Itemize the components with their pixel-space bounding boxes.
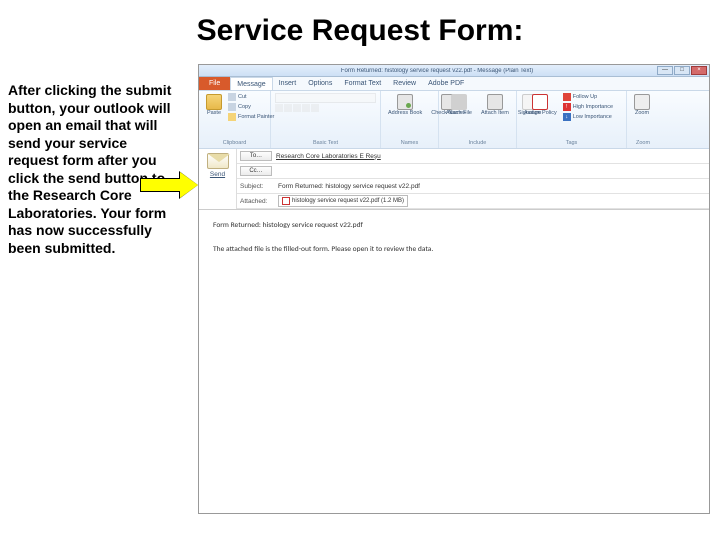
format-painter-button[interactable]: Format Painter xyxy=(228,113,274,121)
yellow-arrow-callout xyxy=(140,172,200,198)
high-importance-label: High Importance xyxy=(573,104,613,110)
address-book-label: Address Book xyxy=(388,111,422,117)
attach-file-button[interactable]: Attach File xyxy=(443,93,475,118)
copy-icon xyxy=(228,103,236,111)
attached-label: Attached: xyxy=(240,198,274,205)
maximize-button[interactable]: □ xyxy=(674,66,690,75)
titlebar: Form Returned: histology service request… xyxy=(199,65,709,77)
subject-field[interactable]: Form Returned: histology service request… xyxy=(278,183,420,190)
close-button[interactable]: × xyxy=(691,66,707,75)
tab-options[interactable]: Options xyxy=(302,77,338,90)
attach-item-label: Attach Item xyxy=(481,111,509,117)
group-basic-text: Basic Text xyxy=(271,91,381,148)
zoom-icon xyxy=(634,94,650,110)
tab-insert[interactable]: Insert xyxy=(273,77,303,90)
minimize-button[interactable]: — xyxy=(657,66,673,75)
subject-label: Subject: xyxy=(240,183,274,190)
format-painter-icon xyxy=(228,113,236,121)
compose-header: Send To… Research Core Laboratories E Re… xyxy=(199,149,709,210)
cut-button[interactable]: Cut xyxy=(228,93,274,101)
message-body[interactable]: Form Returned: histology service request… xyxy=(199,210,709,266)
follow-up-label: Follow Up xyxy=(573,94,597,100)
follow-up-button[interactable]: Follow Up xyxy=(563,93,613,101)
to-button[interactable]: To… xyxy=(240,151,272,161)
group-names-label: Names xyxy=(385,140,434,146)
send-icon xyxy=(207,153,229,169)
tab-review[interactable]: Review xyxy=(387,77,422,90)
assign-policy-icon xyxy=(532,94,548,110)
attach-item-icon xyxy=(487,94,503,110)
cut-label: Cut xyxy=(238,94,247,100)
attachment-name: histology service request v22.pdf (1.2 M… xyxy=(292,198,404,204)
attach-file-label: Attach File xyxy=(446,111,472,117)
attach-item-button[interactable]: Attach Item xyxy=(478,93,512,118)
paste-icon xyxy=(206,94,222,110)
outlook-window: Form Returned: histology service request… xyxy=(198,64,710,514)
group-clipboard-label: Clipboard xyxy=(203,140,266,146)
paste-label: Paste xyxy=(207,111,221,117)
low-importance-button[interactable]: ↓Low Importance xyxy=(563,113,613,121)
cut-icon xyxy=(228,93,236,101)
copy-button[interactable]: Copy xyxy=(228,103,274,111)
tab-format-text[interactable]: Format Text xyxy=(338,77,387,90)
zoom-button[interactable]: Zoom xyxy=(631,93,653,118)
zoom-label: Zoom xyxy=(635,111,649,117)
flag-icon xyxy=(563,93,571,101)
group-zoom: Zoom Zoom xyxy=(627,91,659,148)
group-include-label: Include xyxy=(443,140,512,146)
assign-policy-button[interactable]: Assign Policy xyxy=(521,93,560,118)
group-clipboard: Paste Cut Copy Format Painter Clipboard xyxy=(199,91,271,148)
window-title: Form Returned: histology service request… xyxy=(217,68,657,74)
send-button[interactable]: Send xyxy=(210,171,225,178)
body-line-2: The attached file is the filled-out form… xyxy=(213,244,695,256)
paste-button[interactable]: Paste xyxy=(203,93,225,118)
to-field[interactable]: Research Core Laboratories E Reşu xyxy=(276,153,381,160)
address-book-button[interactable]: Address Book xyxy=(385,93,425,118)
attach-file-icon xyxy=(451,94,467,110)
group-names: Address Book Check Names Names xyxy=(381,91,439,148)
low-importance-label: Low Importance xyxy=(573,114,612,120)
slide-title: Service Request Form: xyxy=(0,0,720,48)
copy-label: Copy xyxy=(238,104,251,110)
group-zoom-label: Zoom xyxy=(631,140,655,146)
cc-button[interactable]: Cc… xyxy=(240,166,272,176)
tab-message[interactable]: Message xyxy=(230,77,272,90)
group-tags: Assign Policy Follow Up !High Importance… xyxy=(517,91,627,148)
group-tags-label: Tags xyxy=(521,140,622,146)
attachment-chip[interactable]: histology service request v22.pdf (1.2 M… xyxy=(278,195,408,207)
format-painter-label: Format Painter xyxy=(238,114,274,120)
high-importance-button[interactable]: !High Importance xyxy=(563,103,613,111)
ribbon: Paste Cut Copy Format Painter Clipboard … xyxy=(199,91,709,149)
tab-file[interactable]: File xyxy=(199,77,230,90)
instruction-text: After clicking the submit button, your o… xyxy=(8,82,174,257)
body-line-1: Form Returned: histology service request… xyxy=(213,220,695,232)
address-book-icon xyxy=(397,94,413,110)
group-include: Attach File Attach Item Signature Includ… xyxy=(439,91,517,148)
ribbon-tabs: File Message Insert Options Format Text … xyxy=(199,77,709,91)
pdf-icon xyxy=(282,197,290,205)
tab-adobe-pdf[interactable]: Adobe PDF xyxy=(422,77,470,90)
group-basic-text-label: Basic Text xyxy=(275,140,376,146)
assign-policy-label: Assign Policy xyxy=(524,111,557,117)
